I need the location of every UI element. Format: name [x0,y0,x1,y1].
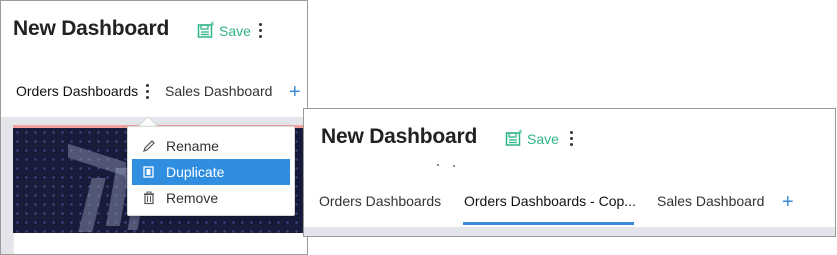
tab-options-menu: Rename Duplicate Remove [127,126,295,216]
more-options-icon[interactable] [257,23,263,38]
menu-item-duplicate[interactable]: Duplicate [132,159,290,185]
menu-item-label: Rename [166,138,219,154]
tab-sales-dashboard[interactable]: Sales Dashboard [165,83,272,99]
page-title: New Dashboard [13,17,170,40]
tab-sales-dashboard[interactable]: Sales Dashboard [657,193,764,209]
more-options-icon[interactable] [568,131,574,146]
decorative-dot [453,165,455,167]
tab-bar-divider [304,227,835,236]
save-button[interactable]: * Save [197,21,251,39]
tab-orders-dashboards[interactable]: Orders Dashboards [16,83,138,99]
svg-text:*: * [210,21,215,31]
tab-orders-dashboards[interactable]: Orders Dashboards [319,193,441,209]
tab-orders-dashboards-copy[interactable]: Orders Dashboards - Cop... [464,193,636,209]
save-icon: * [197,21,217,39]
menu-item-label: Remove [166,190,219,206]
menu-item-label: Duplicate [166,164,225,180]
active-tab-indicator [463,222,634,225]
trash-icon [132,191,166,205]
add-tab-icon[interactable]: + [782,192,794,212]
pencil-icon [132,139,166,153]
dashboard-panel-before: New Dashboard * Save Orders Dashboards S… [0,0,308,255]
save-label: Save [219,23,251,39]
svg-text:*: * [518,129,523,139]
save-button[interactable]: * Save [505,129,559,147]
tab-options-icon[interactable] [144,84,150,99]
dashboard-panel-after: New Dashboard * Save Orders Dashboards O… [303,108,836,237]
decorative-dot [437,164,439,166]
canvas-gutter [1,125,13,254]
add-tab-icon[interactable]: + [289,82,301,102]
copy-icon [132,165,166,179]
save-label: Save [527,131,559,147]
menu-item-rename[interactable]: Rename [132,133,290,159]
menu-item-remove[interactable]: Remove [132,185,290,211]
canvas-footer [13,233,307,254]
save-icon: * [505,129,525,147]
page-title: New Dashboard [321,125,478,148]
